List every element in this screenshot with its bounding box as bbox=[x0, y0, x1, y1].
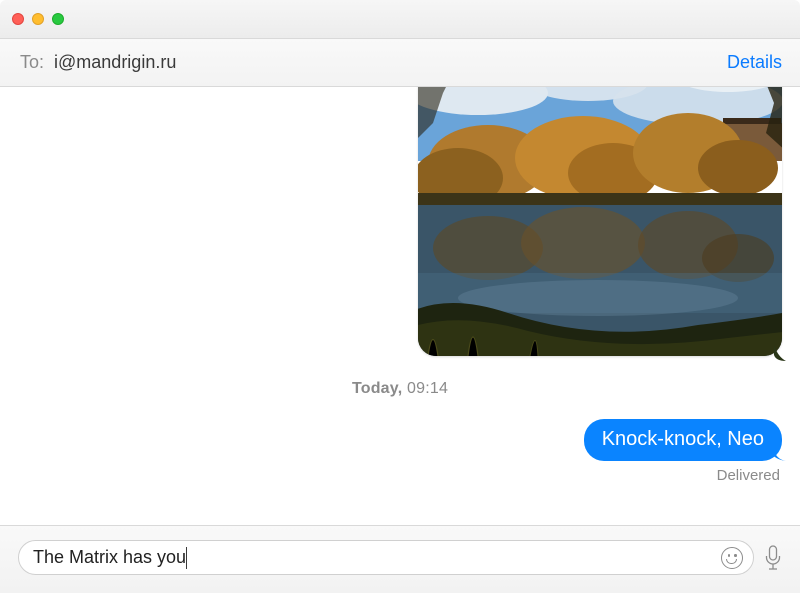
delivery-status: Delivered bbox=[584, 467, 782, 484]
timestamp-day: Today, bbox=[352, 380, 402, 397]
emoji-picker-icon[interactable] bbox=[721, 547, 743, 569]
recipient-address[interactable]: i@mandrigin.ru bbox=[54, 52, 176, 73]
to-label: To: bbox=[20, 52, 44, 73]
conversation-header: To: i@mandrigin.ru Details bbox=[0, 39, 800, 87]
message-thread[interactable]: Today, 09:14 Knock-knock, Neo Delivered bbox=[0, 87, 800, 525]
sent-message-text: Knock-knock, Neo bbox=[602, 428, 764, 450]
details-button[interactable]: Details bbox=[727, 52, 782, 73]
sent-message-bubble[interactable]: Knock-knock, Neo bbox=[584, 419, 782, 461]
message-input-text: The Matrix has you bbox=[33, 547, 186, 568]
to-line: To: i@mandrigin.ru bbox=[20, 52, 176, 73]
traffic-lights bbox=[12, 13, 64, 25]
message-bubble-tail bbox=[770, 443, 788, 461]
sent-message-row: Knock-knock, Neo Delivered bbox=[584, 419, 782, 484]
timestamp-divider: Today, 09:14 bbox=[0, 380, 800, 398]
timestamp-time: 09:14 bbox=[407, 380, 448, 397]
message-input[interactable]: The Matrix has you bbox=[18, 540, 754, 575]
window-titlebar[interactable] bbox=[0, 0, 800, 39]
minimize-window-button[interactable] bbox=[32, 13, 44, 25]
image-bubble-tail bbox=[774, 345, 786, 361]
close-window-button[interactable] bbox=[12, 13, 24, 25]
fullscreen-window-button[interactable] bbox=[52, 13, 64, 25]
message-composer: The Matrix has you bbox=[0, 525, 800, 593]
text-caret bbox=[186, 547, 187, 569]
messages-window: To: i@mandrigin.ru Details bbox=[0, 0, 800, 593]
microphone-icon[interactable] bbox=[764, 545, 782, 571]
sent-image-attachment[interactable] bbox=[418, 87, 782, 356]
